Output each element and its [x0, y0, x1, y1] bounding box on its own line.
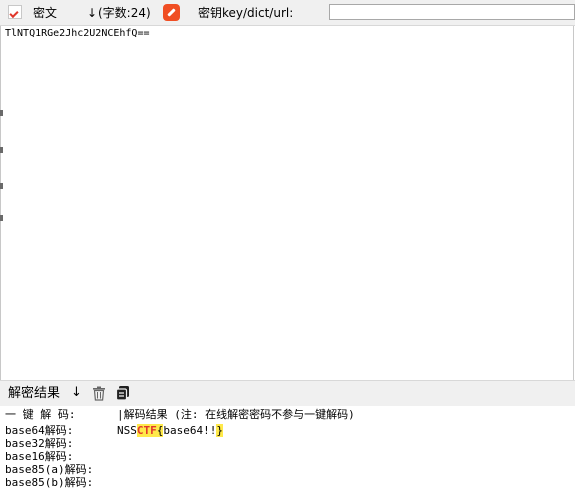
- edge-marker: [0, 215, 3, 221]
- decoded-flag: NSSCTF{base64!!}: [117, 424, 223, 437]
- cipher-sort-arrow[interactable]: ↓: [87, 6, 97, 20]
- cipher-label: 密文: [33, 6, 58, 20]
- cipher-text: TlNTQ1RGe2Jhc2U2NCEhfQ==: [5, 28, 150, 39]
- download-arrow-icon[interactable]: [8, 5, 22, 19]
- cipher-char-count: (字数:24): [98, 6, 151, 20]
- base64-decode-label: base64解码:: [5, 424, 74, 437]
- result-sort-arrow[interactable]: ↓: [71, 385, 82, 400]
- key-label: 密钥key/dict/url:: [198, 6, 294, 20]
- edge-marker: [0, 183, 3, 189]
- onekey-decode-label: 一 键 解 码:: [5, 408, 76, 421]
- result-label: 解密结果: [8, 386, 61, 401]
- result-toolbar: [0, 380, 575, 407]
- edge-marker: [0, 147, 3, 153]
- trash-icon[interactable]: [92, 386, 106, 401]
- flag-highlight: CTF: [136, 424, 157, 437]
- result-header: |解码结果 (注: 在线解密密码不参与一键解码): [117, 408, 355, 421]
- base85a-decode-label: base85(a)解码:: [5, 463, 94, 476]
- flag-body: base64!!: [163, 424, 217, 437]
- base32-decode-label: base32解码:: [5, 437, 74, 450]
- pencil-icon[interactable]: [163, 4, 180, 21]
- flag-prefix: NSS: [117, 424, 137, 437]
- key-input[interactable]: [329, 4, 575, 20]
- cipher-textarea[interactable]: [0, 26, 574, 380]
- base16-decode-label: base16解码:: [5, 450, 74, 463]
- copy-icon[interactable]: [115, 385, 131, 401]
- base85b-decode-label: base85(b)解码:: [5, 476, 94, 489]
- flag-close-brace: }: [216, 424, 223, 437]
- edge-marker: [0, 110, 3, 116]
